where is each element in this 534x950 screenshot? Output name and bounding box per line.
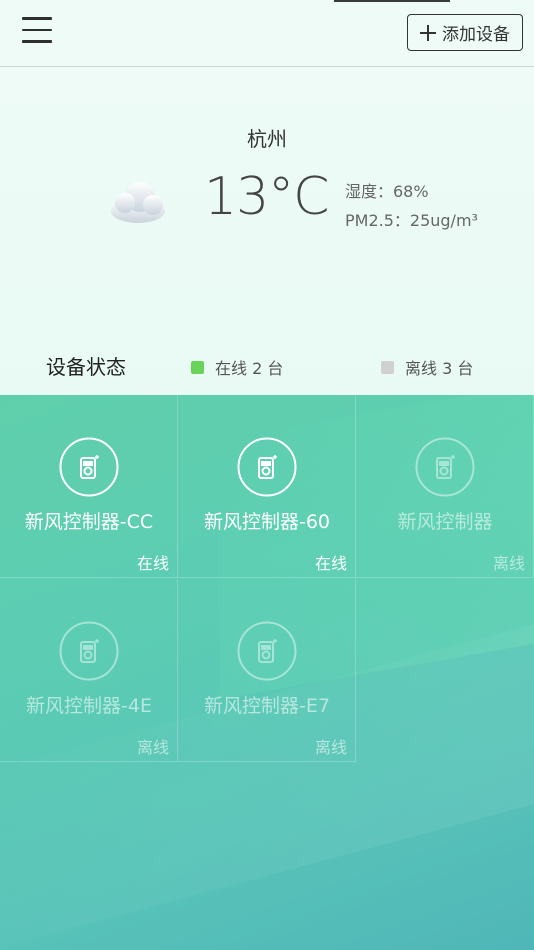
humidity: 湿度：68%	[345, 182, 429, 201]
menu-icon	[22, 17, 52, 20]
device-name: 新风控制器-CC	[24, 511, 154, 533]
device-state: 在线	[136, 554, 169, 573]
cloud-icon	[111, 182, 165, 223]
device-status-row: 设备状态 在线 2 台 离线 3 台	[0, 339, 534, 395]
menu-icon-line	[22, 40, 52, 43]
top-indicator	[334, 0, 450, 2]
weather-panel: 杭州 13°C 湿度：68% PM2.5：25ug/m³ 设备状态 在线 2 台…	[0, 67, 534, 395]
city-name: 杭州	[247, 127, 287, 151]
temperature: 13°C	[204, 167, 329, 227]
air-controller-icon	[237, 621, 297, 681]
offline-count: 离线 3 台	[405, 359, 474, 378]
online-dot-icon	[191, 360, 204, 374]
air-controller-icon	[59, 437, 119, 497]
device-tile[interactable]: 新风控制器-4E 离线	[0, 579, 178, 762]
device-state: 离线	[136, 738, 169, 757]
device-state: 在线	[314, 554, 347, 573]
air-controller-icon	[415, 437, 475, 497]
add-device-button[interactable]: 添加设备	[407, 14, 523, 51]
air-controller-icon	[59, 621, 119, 681]
device-tile[interactable]: 新风控制器-60 在线	[178, 395, 356, 578]
device-tile[interactable]: 新风控制器离线	[356, 395, 534, 578]
device-name: 新风控制器-4E	[26, 695, 152, 717]
device-tile[interactable]: 新风控制器-E7 离线	[178, 579, 356, 762]
offline-dot-icon	[381, 360, 394, 374]
device-name: 新风控制器-E7	[204, 695, 330, 717]
menu-button[interactable]	[22, 17, 52, 47]
device-name: 新风控制器	[397, 511, 493, 533]
device-state: 离线	[314, 738, 347, 757]
offline-legend: 离线 3 台	[381, 355, 473, 379]
weather-stats: 湿度：68% PM2.5：25ug/m³	[345, 177, 478, 235]
device-grid: 新风控制器-CC 在线 新风控制器-60 在线 新风控制器 离线 新风控制器-4E 离线 新风控…	[0, 395, 534, 950]
device-name: 新风控制器-60	[203, 511, 331, 533]
top-bar: 添加设备	[0, 0, 534, 67]
air-controller-icon	[237, 437, 297, 497]
online-count: 在线 2 台	[215, 359, 284, 378]
plus-icon	[420, 24, 436, 41]
device-status-title: 设备状态	[46, 355, 126, 379]
pm25: PM2.5：25ug/m³	[345, 211, 478, 230]
device-state: 离线	[492, 554, 525, 573]
menu-icon-line	[22, 28, 52, 31]
add-device-label: 添加设备	[442, 25, 510, 45]
online-legend: 在线 2 台	[191, 355, 283, 379]
device-tile[interactable]: 新风控制器-CC 在线	[0, 395, 178, 578]
